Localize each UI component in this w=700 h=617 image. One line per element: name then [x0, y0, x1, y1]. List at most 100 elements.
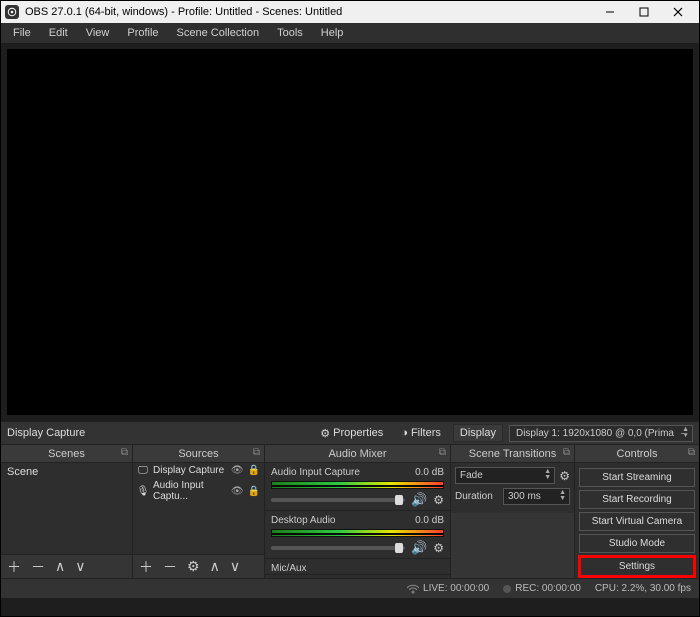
scenes-title: Scenes: [48, 448, 85, 460]
source-gear-button[interactable]: ⚙: [187, 558, 200, 575]
add-source-button[interactable]: ＋: [139, 557, 153, 577]
eye-icon[interactable]: 👁: [231, 465, 244, 476]
properties-button[interactable]: ⚙ Properties: [314, 425, 389, 442]
obs-icon: [5, 5, 19, 19]
channel-name: Audio Input Capture: [271, 467, 360, 478]
display-label: Display: [460, 427, 496, 439]
gear-icon[interactable]: ⚙: [559, 469, 570, 483]
popout-icon[interactable]: ⧉: [563, 447, 570, 458]
display-label-button: Display: [453, 424, 503, 442]
scenes-header[interactable]: Scenes ⧉: [1, 445, 132, 463]
duration-value: 300 ms: [508, 491, 541, 502]
properties-label: Properties: [333, 427, 383, 439]
transitions-title: Scene Transitions: [469, 448, 556, 460]
rec-dot-icon: [503, 585, 511, 593]
mixer-header[interactable]: Audio Mixer ⧉: [265, 445, 450, 463]
close-button[interactable]: [661, 1, 695, 23]
start-recording-button[interactable]: Start Recording: [579, 490, 695, 509]
volume-slider[interactable]: [271, 546, 405, 550]
menu-help[interactable]: Help: [313, 25, 352, 41]
menu-profile[interactable]: Profile: [119, 25, 166, 41]
titlebar: OBS 27.0.1 (64-bit, windows) - Profile: …: [1, 1, 699, 23]
preview-canvas[interactable]: [7, 49, 693, 415]
mixer-channel: Audio Input Capture 0.0 dB 🔊 ⚙: [265, 463, 450, 511]
mixer-title: Audio Mixer: [328, 448, 386, 460]
filters-label: Filters: [411, 427, 441, 439]
mixer-channel: Mic/Aux: [265, 559, 450, 575]
display-select[interactable]: Display 1: 1920x1080 @ 0,0 (Prima ▲▼: [509, 425, 693, 442]
broadcast-icon: [407, 584, 419, 594]
volume-slider[interactable]: [271, 498, 405, 502]
menu-tools[interactable]: Tools: [269, 25, 311, 41]
source-row[interactable]: 🖵 Display Capture 👁 🔒: [133, 463, 264, 478]
mic-icon: 🎙: [137, 486, 149, 497]
filters-button[interactable]: ◑ Filters: [395, 425, 447, 441]
gear-icon[interactable]: ⚙: [433, 493, 444, 507]
scene-up-button[interactable]: ∧: [55, 558, 65, 575]
menu-file[interactable]: File: [5, 25, 39, 41]
lock-icon[interactable]: 🔒: [248, 465, 260, 476]
source-row[interactable]: 🎙 Audio Input Captu... 👁 🔒: [133, 478, 264, 504]
controls-header[interactable]: Controls ⧉: [575, 445, 699, 463]
popout-icon[interactable]: ⧉: [253, 447, 260, 458]
monitor-icon: 🖵: [137, 465, 149, 476]
panels: Scenes ⧉ Scene ＋ － ∧ ∨ Sources ⧉ 🖵 Displ…: [1, 445, 699, 578]
scene-down-button[interactable]: ∨: [75, 558, 85, 575]
menu-scene-collection[interactable]: Scene Collection: [169, 25, 268, 41]
transition-type-select[interactable]: Fade ▲▼: [455, 467, 555, 484]
popout-icon[interactable]: ⧉: [688, 447, 695, 458]
transitions-header[interactable]: Scene Transitions ⧉: [451, 445, 574, 463]
selected-source-label: Display Capture: [7, 427, 85, 439]
start-streaming-button[interactable]: Start Streaming: [579, 468, 695, 487]
channel-db: 0.0 dB: [415, 515, 444, 526]
source-up-button[interactable]: ∧: [210, 558, 220, 575]
status-live: LIVE: 00:00:00: [423, 583, 489, 594]
sources-panel: Sources ⧉ 🖵 Display Capture 👁 🔒 🎙 Audio I…: [133, 445, 265, 578]
source-down-button[interactable]: ∨: [230, 558, 240, 575]
speaker-icon[interactable]: 🔊: [411, 540, 427, 556]
mixer-channel: Desktop Audio 0.0 dB 🔊 ⚙: [265, 511, 450, 559]
channel-db: 0.0 dB: [415, 467, 444, 478]
statusbar: LIVE: 00:00:00 REC: 00:00:00 CPU: 2.2%, …: [1, 578, 699, 598]
transitions-panel: Scene Transitions ⧉ Fade ▲▼ ⚙ Duration 3…: [451, 445, 575, 578]
transition-type: Fade: [460, 470, 483, 481]
settings-button[interactable]: Settings: [579, 556, 695, 577]
minimize-button[interactable]: [593, 1, 627, 23]
controls-panel: Controls ⧉ Start Streaming Start Recordi…: [575, 445, 699, 578]
vu-meter: [271, 481, 444, 489]
vu-meter: [271, 529, 444, 537]
mixer-panel: Audio Mixer ⧉ Audio Input Capture 0.0 dB …: [265, 445, 451, 578]
channel-name: Mic/Aux: [271, 563, 307, 574]
duration-label: Duration: [455, 491, 499, 502]
studio-mode-button[interactable]: Studio Mode: [579, 534, 695, 553]
filter-icon: ◑: [401, 427, 408, 439]
scene-item[interactable]: Scene: [1, 463, 132, 481]
add-scene-button[interactable]: ＋: [7, 557, 21, 577]
source-label: Audio Input Captu...: [153, 480, 227, 502]
popout-icon[interactable]: ⧉: [439, 447, 446, 458]
gear-icon: ⚙: [320, 427, 330, 440]
menu-edit[interactable]: Edit: [41, 25, 76, 41]
duration-input[interactable]: 300 ms ▲▼: [503, 488, 570, 505]
sources-title: Sources: [178, 448, 218, 460]
window-title: OBS 27.0.1 (64-bit, windows) - Profile: …: [25, 6, 342, 18]
start-virtual-camera-button[interactable]: Start Virtual Camera: [579, 512, 695, 531]
status-cpu: CPU: 2.2%, 30.00 fps: [595, 583, 691, 594]
speaker-icon[interactable]: 🔊: [411, 492, 427, 508]
status-rec: REC: 00:00:00: [515, 583, 581, 594]
source-label: Display Capture: [153, 465, 224, 476]
channel-name: Desktop Audio: [271, 515, 336, 526]
source-toolbar: Display Capture ⚙ Properties ◑ Filters D…: [1, 421, 699, 445]
eye-icon[interactable]: 👁: [231, 486, 244, 497]
sources-header[interactable]: Sources ⧉: [133, 445, 264, 463]
maximize-button[interactable]: [627, 1, 661, 23]
popout-icon[interactable]: ⧉: [121, 447, 128, 458]
remove-source-button[interactable]: －: [163, 557, 177, 577]
menu-view[interactable]: View: [78, 25, 118, 41]
display-value: Display 1: 1920x1080 @ 0,0 (Prima: [516, 428, 674, 439]
scenes-panel: Scenes ⧉ Scene ＋ － ∧ ∨: [1, 445, 133, 578]
remove-scene-button[interactable]: －: [31, 557, 45, 577]
lock-icon[interactable]: 🔒: [248, 486, 260, 497]
gear-icon[interactable]: ⚙: [433, 541, 444, 555]
menubar: File Edit View Profile Scene Collection …: [1, 23, 699, 43]
